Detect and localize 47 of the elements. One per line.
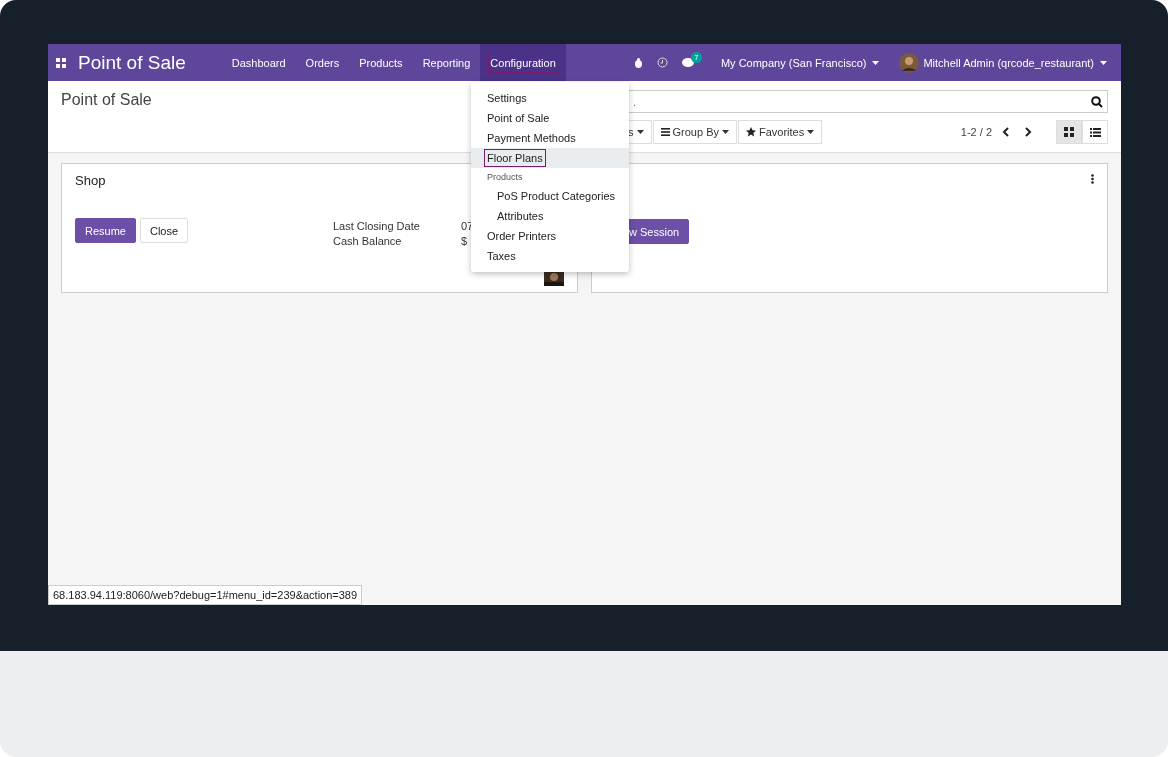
star-icon <box>745 127 756 137</box>
user-menu[interactable]: Mitchell Admin (qrcode_restaurant) <box>923 56 1107 69</box>
avatar-icon <box>899 52 920 73</box>
nav-menu-item[interactable]: Dashboard <box>221 44 296 81</box>
caret-icon <box>807 130 815 134</box>
chevron-right-icon[interactable] <box>1025 127 1032 137</box>
view-toggle-button[interactable] <box>1056 120 1082 144</box>
app-title: Point of Sale <box>78 51 186 74</box>
list-icon <box>1089 127 1101 137</box>
search-icon[interactable] <box>1091 96 1103 108</box>
nav-menu-item[interactable]: Orders <box>295 44 350 81</box>
info-label: Last Closing Date <box>333 220 421 232</box>
chat-icon[interactable] <box>681 57 695 68</box>
session-button[interactable]: Close <box>139 218 189 243</box>
nav-menu-item[interactable]: Configuration <box>480 44 566 81</box>
chevron-left-icon[interactable] <box>1002 127 1009 137</box>
breadcrumb: Point of Sale <box>61 91 152 108</box>
nav-menu-item[interactable]: Products <box>349 44 413 81</box>
dropdown-menu-item[interactable]: Floor Plans <box>471 148 629 168</box>
menu-icon <box>660 128 670 136</box>
info-value: $ <box>461 235 469 247</box>
nav-menu-item[interactable]: Reporting <box>412 44 481 81</box>
pager: 1-2 / 2 <box>960 126 992 138</box>
apps-icon[interactable] <box>56 57 66 68</box>
company-switcher[interactable]: My Company (San Francisco) <box>720 56 880 69</box>
info-label: Cash Balance <box>333 235 403 247</box>
menu-section-header: Products <box>486 171 524 184</box>
caret-icon <box>636 130 644 134</box>
dropdown-menu-item[interactable]: Taxes <box>471 246 629 266</box>
status-url: 68.183.94.119:8060/web?debug=1#menu_id=239&action=389 <box>48 585 363 605</box>
card-title: Shop <box>75 173 106 188</box>
filter-dropdown-button[interactable]: s <box>628 120 652 144</box>
dropdown-menu-item[interactable]: Payment Methods <box>471 128 629 148</box>
clock-icon[interactable] <box>656 57 668 68</box>
view-toggle-button[interactable] <box>1082 120 1108 144</box>
search-field[interactable]: . <box>628 90 1108 113</box>
more-options-icon[interactable] <box>1091 174 1094 184</box>
caret-icon <box>721 130 729 134</box>
grid-icon <box>1064 127 1074 137</box>
session-button[interactable]: Resume <box>75 218 136 243</box>
dropdown-menu-item[interactable]: PoS Product Categories <box>471 186 629 206</box>
filter-dropdown-button[interactable]: Favorites <box>737 120 823 144</box>
filter-dropdown-button[interactable]: Group By <box>652 120 737 144</box>
caret-icon <box>1100 60 1107 65</box>
dropdown-menu-item[interactable]: Settings <box>471 88 629 108</box>
caret-icon <box>872 60 880 65</box>
dropdown-menu-item[interactable]: Point of Sale <box>471 108 629 128</box>
